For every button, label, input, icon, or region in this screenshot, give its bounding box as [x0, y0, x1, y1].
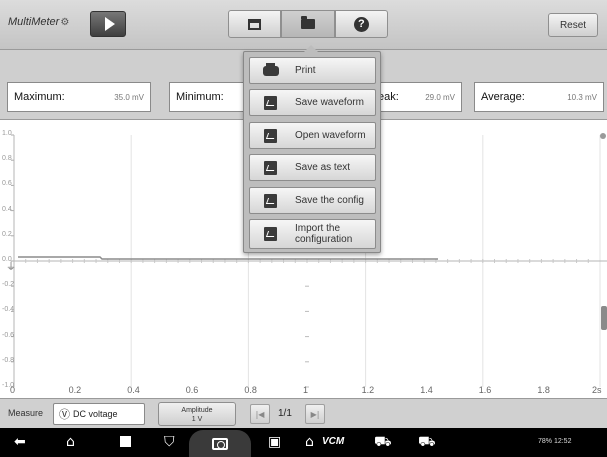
- gear-icon[interactable]: ⚙: [60, 17, 69, 28]
- import-config-icon: [264, 227, 277, 241]
- folder-button[interactable]: [281, 10, 335, 38]
- x-tick-label: 0.8: [244, 385, 257, 395]
- menu-item-label: Save waveform: [295, 97, 364, 108]
- app-title-text: MultiMeter: [8, 16, 60, 28]
- menu-item-label: Print: [295, 65, 316, 76]
- voltmeter-icon: Ⓥ: [59, 408, 70, 421]
- x-tick-label: 1.8: [537, 385, 550, 395]
- x-tick-label: 0.4: [127, 385, 140, 395]
- camera-icon: [212, 437, 228, 450]
- x-tick-label: 1.2: [361, 385, 375, 395]
- y-tick-label: -0.2: [2, 281, 15, 289]
- stat-maximum-value: 35.0 mV: [114, 92, 144, 102]
- page-indicator: 1/1: [278, 408, 292, 419]
- play-icon: [104, 17, 115, 31]
- reset-button[interactable]: Reset: [548, 13, 598, 37]
- open-waveform-icon: [264, 128, 277, 143]
- stat-maximum: Maximum: 35.0 mV: [7, 82, 151, 112]
- screenshot-icon[interactable]: ▣: [268, 434, 281, 450]
- file-menu-dropdown: Print Save waveform Open waveform Save a…: [243, 45, 381, 253]
- stat-peak: eak: 29.0 mV: [376, 82, 462, 112]
- printer-icon: [263, 62, 279, 76]
- amplitude-value: 1 V: [191, 416, 203, 423]
- y-tick-label: -0.4: [2, 306, 15, 314]
- menu-item-label: Save as text: [295, 162, 351, 173]
- measure-mode-select[interactable]: Ⓥ DC voltage: [53, 403, 145, 425]
- last-page-button[interactable]: ▶|: [305, 404, 325, 424]
- autel-home-icon[interactable]: ⌂: [305, 434, 314, 450]
- y-tick-label: 0.6: [2, 180, 12, 188]
- menu-item-save-waveform[interactable]: Save waveform: [249, 89, 376, 116]
- screen-button[interactable]: [228, 10, 282, 38]
- vpn-icon[interactable]: ⛉: [164, 434, 175, 450]
- folder-icon: [300, 16, 315, 29]
- first-page-button[interactable]: |◀: [250, 404, 270, 424]
- home-icon[interactable]: ⌂: [66, 434, 75, 450]
- amplitude-button[interactable]: Amplitude 1 V: [158, 402, 236, 426]
- menu-item-label: Import the configuration: [295, 223, 353, 245]
- menu-item-label: Save the config: [295, 195, 364, 206]
- y-tick-label: 0.4: [2, 205, 12, 213]
- save-waveform-icon: [264, 95, 277, 110]
- menu-item-print[interactable]: Print: [249, 57, 376, 84]
- x-tick-label: 2s: [592, 385, 602, 395]
- x-tick-label: 1.4: [420, 385, 433, 395]
- android-navigation-bar: ⬅ ⌂ ⛉ ▣ ⌂ VCM ⛟ ⛟ 78% 12:52: [0, 428, 607, 457]
- play-button[interactable]: [90, 11, 126, 37]
- menu-item-import-config[interactable]: Import the configuration: [249, 219, 376, 249]
- menu-item-save-as-text[interactable]: Save as text: [249, 154, 376, 181]
- save-config-icon: [264, 193, 277, 208]
- x-tick-label: 1.6: [478, 385, 492, 395]
- screen-icon: [248, 18, 262, 30]
- measure-controls-bar: Measure Ⓥ DC voltage Amplitude 1 V |◀ 1/…: [0, 398, 607, 428]
- x-tick-label: 1: [303, 385, 309, 395]
- y-tick-label: 0.8: [2, 155, 12, 163]
- x-tick-label: 0.6: [185, 385, 199, 395]
- skip-forward-icon: ▶|: [310, 409, 320, 419]
- car-user-icon[interactable]: ⛟: [418, 434, 436, 450]
- stat-average-label: Average:: [481, 91, 525, 103]
- top-toolbar: MultiMeter⚙ ? Reset: [0, 0, 607, 50]
- car-icon[interactable]: ⛟: [374, 434, 392, 450]
- back-icon[interactable]: ⬅: [14, 434, 26, 450]
- stat-minimum-label: Minimum:: [176, 91, 224, 103]
- recents-icon[interactable]: [120, 436, 131, 447]
- status-bar-text: 78% 12:52: [538, 438, 572, 445]
- app-title: MultiMeter⚙: [8, 16, 69, 28]
- scroll-indicator-dot: [600, 133, 606, 139]
- y-tick-label: 1.0: [2, 130, 12, 137]
- measure-mode-value: DC voltage: [73, 409, 118, 419]
- amplitude-label: Amplitude: [181, 407, 213, 414]
- stat-average: Average: 10.3 mV: [474, 82, 604, 112]
- help-icon: ?: [353, 16, 369, 32]
- menu-item-label: Open waveform: [295, 130, 366, 141]
- stat-minimum: Minimum:: [169, 82, 249, 112]
- camera-button[interactable]: [189, 430, 251, 457]
- waveform-trace: [18, 256, 438, 260]
- vcm-icon[interactable]: VCM: [322, 436, 344, 447]
- skip-back-icon: |◀: [255, 409, 265, 419]
- side-drawer-handle[interactable]: [601, 306, 607, 330]
- measure-label: Measure: [8, 408, 44, 418]
- ground-marker-icon[interactable]: ⏚: [6, 258, 16, 273]
- stat-maximum-label: Maximum:: [14, 91, 65, 103]
- x-tick-label: 0: [10, 385, 16, 395]
- text-file-icon: [264, 160, 277, 175]
- menu-item-save-config[interactable]: Save the config: [249, 187, 376, 214]
- help-button[interactable]: ?: [334, 10, 388, 38]
- x-tick-label: 0.2: [68, 385, 82, 395]
- menu-item-open-waveform[interactable]: Open waveform: [249, 122, 376, 149]
- y-tick-label: -0.6: [2, 331, 15, 339]
- y-tick-label: 0.2: [2, 230, 12, 238]
- stat-average-value: 10.3 mV: [567, 92, 597, 102]
- stat-peak-value: 29.0 mV: [425, 92, 455, 102]
- y-tick-label: -0.8: [2, 356, 15, 364]
- toolbar-button-group: ?: [228, 10, 388, 38]
- stat-peak-label: eak:: [378, 91, 399, 103]
